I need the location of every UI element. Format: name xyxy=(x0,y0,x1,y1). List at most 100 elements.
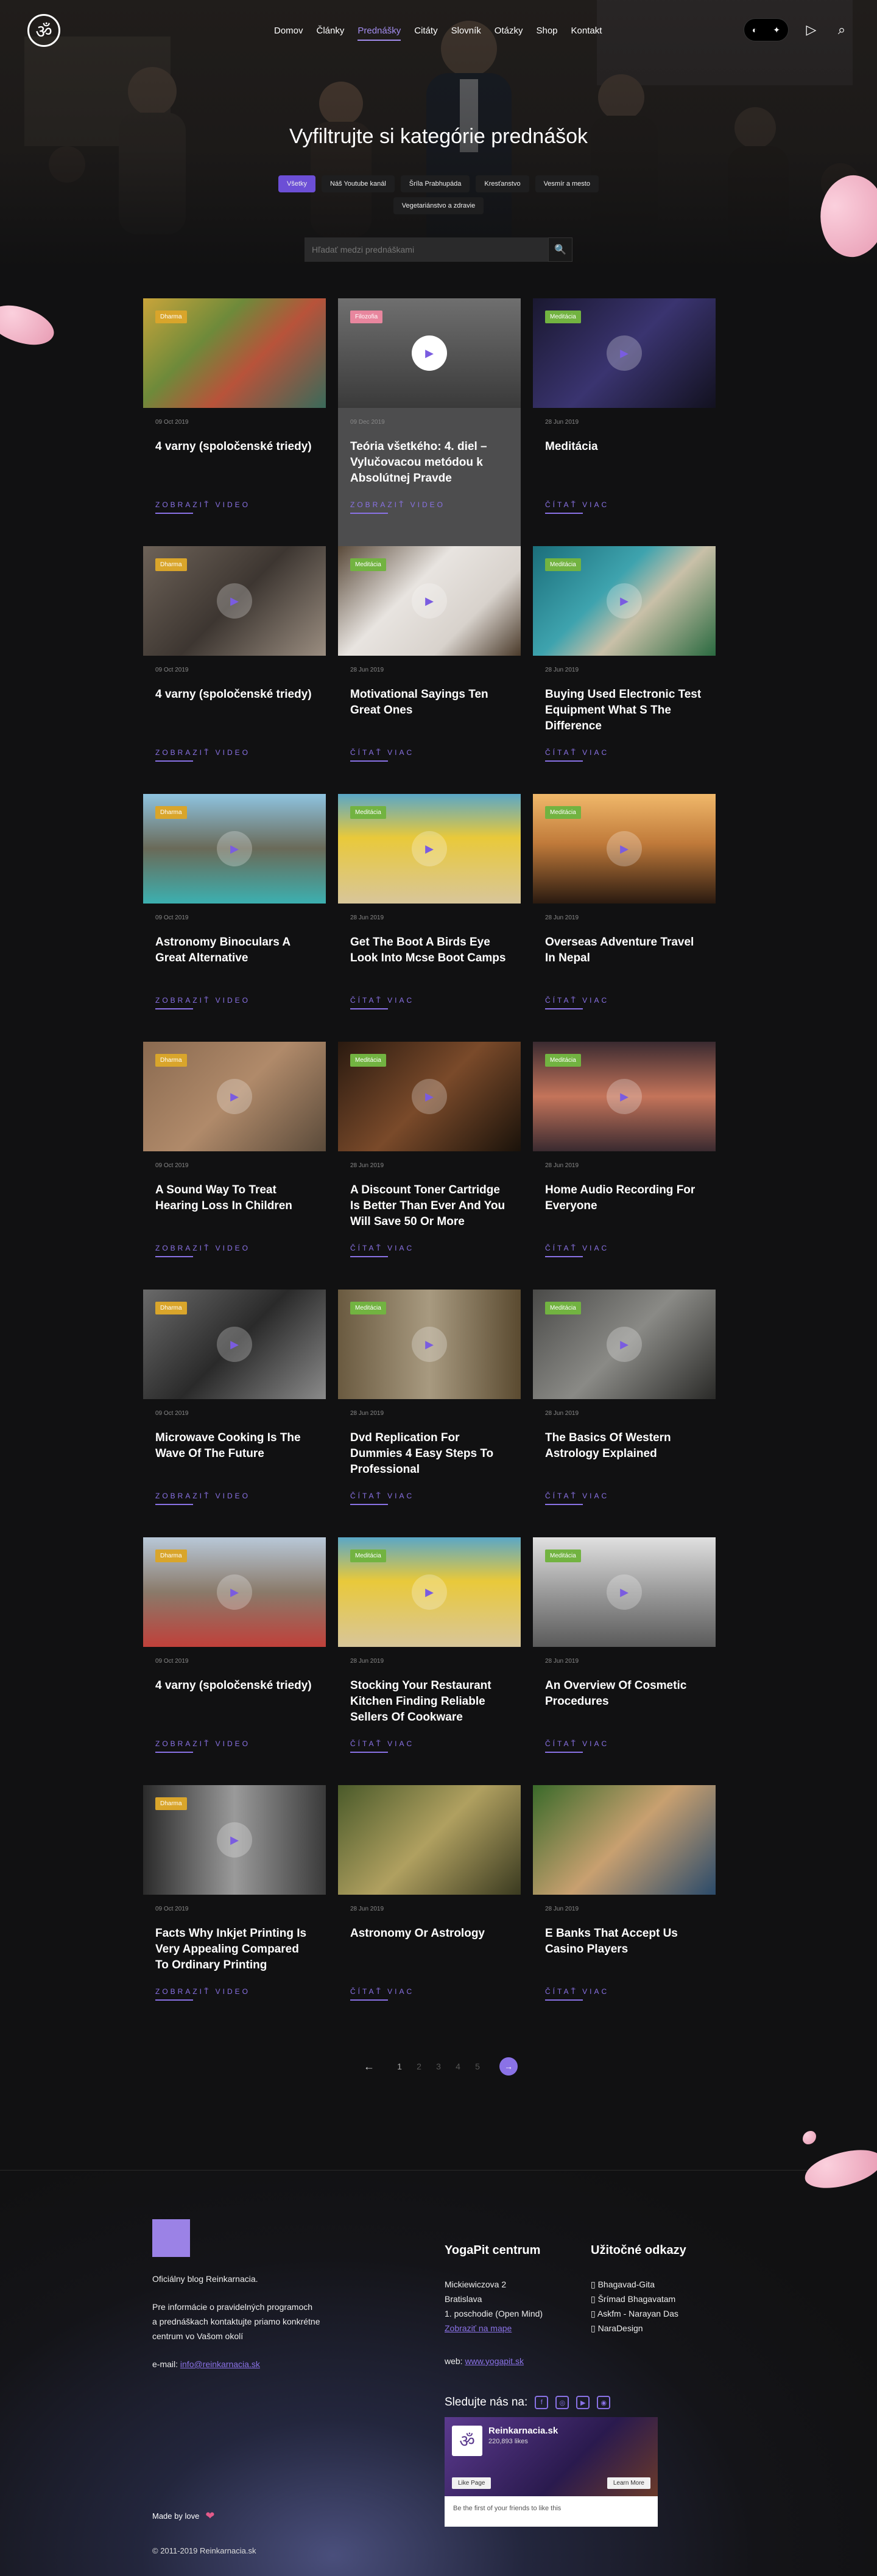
card-title[interactable]: 4 varny (spoločenské triedy) xyxy=(155,1678,314,1739)
card-title[interactable]: An Overview Of Cosmetic Procedures xyxy=(545,1678,703,1739)
lecture-card[interactable]: Meditácia ▶ 28 Jun 2019 The Basics Of We… xyxy=(533,1290,716,1537)
nav-item-otazky[interactable]: Otázky xyxy=(488,26,530,36)
card-title[interactable]: Home Audio Recording For Everyone xyxy=(545,1182,703,1243)
category-badge[interactable]: Meditácia xyxy=(545,1054,581,1067)
category-badge[interactable]: Meditácia xyxy=(350,806,386,819)
card-more-link[interactable]: ČÍTAŤ VIAC xyxy=(545,1987,609,2001)
lecture-card[interactable]: Dharma ▶ 09 Oct 2019 A Sound Way To Trea… xyxy=(143,1042,326,1290)
youtube-icon[interactable]: ▶ xyxy=(576,2396,590,2409)
play-icon[interactable]: ▶ xyxy=(217,1822,252,1858)
card-title[interactable]: 4 varny (spoločenské triedy) xyxy=(155,687,314,748)
card-title[interactable]: E Banks That Accept Us Casino Players xyxy=(545,1926,703,1987)
lecture-card[interactable]: Meditácia ▶ 28 Jun 2019 Home Audio Recor… xyxy=(533,1042,716,1290)
play-icon[interactable]: ▶ xyxy=(217,1574,252,1610)
search-icon[interactable]: ⌕ xyxy=(834,22,850,38)
lecture-thumbnail[interactable]: Meditácia ▶ xyxy=(338,1537,521,1647)
card-more-link[interactable]: ZOBRAZIŤ VIDEO xyxy=(155,500,250,514)
lecture-card[interactable]: 28 Jun 2019 E Banks That Accept Us Casin… xyxy=(533,1785,716,2033)
play-icon[interactable]: ▶ xyxy=(217,1079,252,1114)
lecture-thumbnail[interactable]: Dharma ▶ xyxy=(143,1042,326,1151)
lecture-card[interactable]: Meditácia ▶ 28 Jun 2019 A Discount Toner… xyxy=(338,1042,521,1290)
nav-item-prednasky[interactable]: Prednášky xyxy=(351,26,407,41)
play-icon[interactable]: ▶ xyxy=(412,1574,447,1610)
filter-vesmir[interactable]: Vesmír a mesto xyxy=(535,175,599,192)
lecture-card[interactable]: Meditácia ▶ 28 Jun 2019 Dvd Replication … xyxy=(338,1290,521,1537)
card-title[interactable]: Buying Used Electronic Test Equipment Wh… xyxy=(545,687,703,748)
card-title[interactable]: Teória všetkého: 4. diel – Vylučovacou m… xyxy=(350,439,509,500)
play-icon[interactable]: ▶ xyxy=(607,335,642,371)
lecture-thumbnail[interactable]: Meditácia ▶ xyxy=(338,1290,521,1399)
lecture-card[interactable]: 28 Jun 2019 Astronomy Or Astrology ČÍTAŤ… xyxy=(338,1785,521,2033)
like-page-button[interactable]: Like Page xyxy=(452,2477,491,2489)
page-link[interactable]: 5 xyxy=(468,2062,487,2071)
page-link[interactable]: 2 xyxy=(409,2062,429,2071)
play-icon[interactable]: ▶ xyxy=(607,1574,642,1610)
nav-item-clanky[interactable]: Články xyxy=(310,26,351,36)
card-title[interactable]: A Sound Way To Treat Hearing Loss In Chi… xyxy=(155,1182,314,1243)
lecture-thumbnail[interactable] xyxy=(533,1785,716,1895)
lecture-thumbnail[interactable]: Dharma ▶ xyxy=(143,1290,326,1399)
category-badge[interactable]: Filozofia xyxy=(350,311,383,323)
lecture-thumbnail[interactable]: Dharma ▶ xyxy=(143,1785,326,1895)
play-icon[interactable]: ▶ xyxy=(607,583,642,619)
learn-more-button[interactable]: Learn More xyxy=(607,2477,650,2489)
card-more-link[interactable]: ČÍTAŤ VIAC xyxy=(350,1492,414,1505)
page-link[interactable]: 1 xyxy=(390,2062,409,2071)
lecture-thumbnail[interactable]: Meditácia ▶ xyxy=(338,1042,521,1151)
lecture-thumbnail[interactable]: Dharma ▶ xyxy=(143,1537,326,1647)
card-more-link[interactable]: ZOBRAZIŤ VIDEO xyxy=(155,1739,250,1753)
card-more-link[interactable]: ČÍTAŤ VIAC xyxy=(545,748,609,762)
lecture-card[interactable]: Filozofia ▶ 09 Dec 2019 Teória všetkého:… xyxy=(338,298,521,546)
play-icon[interactable]: ▶ xyxy=(217,1327,252,1362)
lecture-card[interactable]: Meditácia ▶ 28 Jun 2019 Buying Used Elec… xyxy=(533,546,716,794)
instagram-icon[interactable]: ◎ xyxy=(555,2396,569,2409)
map-link[interactable]: Zobraziť na mape xyxy=(445,2323,512,2333)
lecture-card[interactable]: Dharma ▶ 09 Oct 2019 Facts Why Inkjet Pr… xyxy=(143,1785,326,2033)
page-link[interactable]: 3 xyxy=(429,2062,448,2071)
lecture-card[interactable]: Dharma ▶ 09 Oct 2019 4 varny (spoločensk… xyxy=(143,1537,326,1785)
rss-icon[interactable]: ◉ xyxy=(597,2396,611,2409)
card-title[interactable]: Astronomy Binoculars A Great Alternative xyxy=(155,935,314,995)
play-icon[interactable]: ▶ xyxy=(412,335,447,371)
filter-youtube[interactable]: Náš Youtube kanál xyxy=(322,175,395,192)
lecture-card[interactable]: Meditácia ▶ 28 Jun 2019 An Overview Of C… xyxy=(533,1537,716,1785)
lecture-thumbnail[interactable]: Meditácia ▶ xyxy=(338,794,521,904)
play-icon[interactable]: ▶ xyxy=(607,831,642,866)
play-icon[interactable]: ▶ xyxy=(412,1327,447,1362)
card-more-link[interactable]: ČÍTAŤ VIAC xyxy=(545,1244,609,1257)
card-more-link[interactable]: ČÍTAŤ VIAC xyxy=(350,996,414,1009)
nav-item-kontakt[interactable]: Kontakt xyxy=(565,26,609,36)
card-more-link[interactable]: ČÍTAŤ VIAC xyxy=(545,996,609,1009)
pagination-next-icon[interactable]: → xyxy=(499,2057,518,2076)
card-title[interactable]: Facts Why Inkjet Printing Is Very Appeal… xyxy=(155,1926,314,1987)
card-title[interactable]: The Basics Of Western Astrology Explaine… xyxy=(545,1430,703,1491)
category-badge[interactable]: Meditácia xyxy=(545,311,581,323)
useful-link[interactable]: ▯ NaraDesign xyxy=(591,2321,725,2336)
facebook-page-name[interactable]: Reinkarnacia.sk xyxy=(488,2426,558,2436)
category-badge[interactable]: Meditácia xyxy=(350,1054,386,1067)
pagination-prev-icon[interactable]: ← xyxy=(359,2060,379,2073)
play-icon[interactable]: ▶ xyxy=(412,1079,447,1114)
category-badge[interactable]: Dharma xyxy=(155,558,187,571)
filter-vsetky[interactable]: Všetky xyxy=(278,175,316,192)
category-badge[interactable]: Dharma xyxy=(155,806,187,819)
lecture-thumbnail[interactable]: Meditácia ▶ xyxy=(533,794,716,904)
email-link[interactable]: info@reinkarnacia.sk xyxy=(180,2359,260,2369)
card-more-link[interactable]: ČÍTAŤ VIAC xyxy=(545,1739,609,1753)
card-more-link[interactable]: ČÍTAŤ VIAC xyxy=(350,1739,414,1753)
category-badge[interactable]: Meditácia xyxy=(350,1302,386,1314)
facebook-icon[interactable]: f xyxy=(535,2396,549,2409)
card-title[interactable]: Astronomy Or Astrology xyxy=(350,1926,509,1987)
card-title[interactable]: Meditácia xyxy=(545,439,703,500)
card-more-link[interactable]: ZOBRAZIŤ VIDEO xyxy=(155,1987,250,2001)
card-title[interactable]: A Discount Toner Cartridge Is Better Tha… xyxy=(350,1182,509,1243)
theme-toggle[interactable]: ◐ ✦ xyxy=(744,18,789,41)
filter-vegetarianstvo[interactable]: Vegetariánstvo a zdravie xyxy=(393,197,484,214)
card-more-link[interactable]: ZOBRAZIŤ VIDEO xyxy=(155,996,250,1009)
search-input[interactable] xyxy=(305,237,548,262)
play-icon[interactable]: ▶ xyxy=(412,583,447,619)
play-icon[interactable]: ▶ xyxy=(607,1079,642,1114)
nav-item-slovnik[interactable]: Slovník xyxy=(445,26,488,36)
category-badge[interactable]: Meditácia xyxy=(350,1549,386,1562)
lecture-card[interactable]: Meditácia ▶ 28 Jun 2019 Get The Boot A B… xyxy=(338,794,521,1042)
